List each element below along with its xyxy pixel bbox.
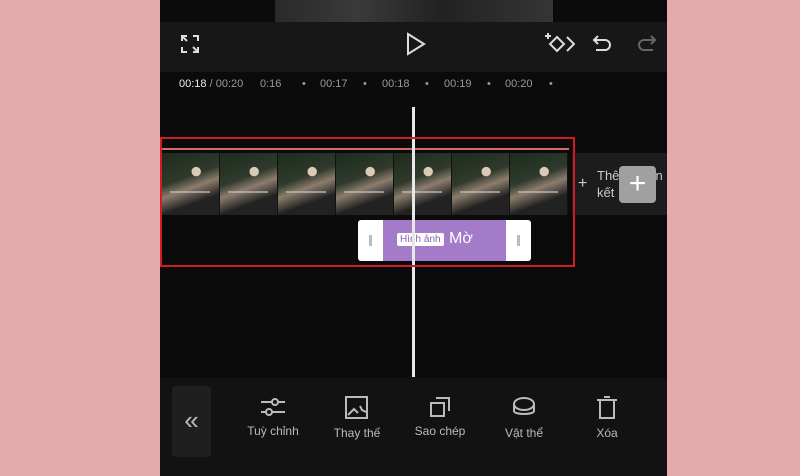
collapse-back-button[interactable]: «: [172, 386, 211, 457]
current-time: 00:18: [179, 78, 207, 90]
highlight-box: [160, 137, 575, 267]
tick-label: 00:18: [382, 78, 410, 90]
fullscreen-icon[interactable]: [180, 34, 200, 54]
play-icon[interactable]: [405, 32, 427, 56]
tool-delete[interactable]: Xóa: [567, 396, 647, 440]
tool-label: Tuỳ chỉnh: [247, 424, 299, 438]
replace-image-icon: [345, 396, 368, 419]
tool-object[interactable]: Vật thể: [484, 396, 564, 440]
plus-icon: +: [578, 175, 588, 192]
timeline-ruler[interactable]: 00:18 / 00:20 0:16 • 00:17 • 00:18 • 00:…: [160, 78, 667, 96]
trash-icon: [597, 396, 617, 419]
object-icon: [513, 397, 535, 415]
redo-icon[interactable]: [637, 33, 657, 53]
tool-customize[interactable]: Tuỳ chỉnh: [233, 396, 313, 438]
tool-label: Thay thế: [333, 426, 381, 440]
tick-label: 0:16: [260, 78, 282, 90]
keyframe-icon[interactable]: [545, 31, 575, 57]
tick-label: 00:20: [505, 78, 533, 90]
tool-replace[interactable]: Thay thế: [317, 396, 397, 440]
tick-label: 00:17: [320, 78, 348, 90]
editor-screen: 00:18 / 00:20 0:16 • 00:17 • 00:18 • 00:…: [160, 0, 667, 476]
tool-copy[interactable]: Sao chép: [400, 396, 480, 438]
total-time: / 00:20: [209, 78, 244, 90]
undo-icon[interactable]: [592, 33, 612, 53]
video-preview: [275, 0, 553, 22]
tool-label: Sao chép: [414, 424, 466, 438]
tool-label: Vật thể: [504, 426, 544, 440]
editor-header: [160, 22, 667, 72]
tool-label: Xóa: [596, 426, 618, 440]
sliders-icon: [261, 398, 285, 416]
tick-label: 00:19: [444, 78, 472, 90]
bottom-toolbar: « Tuỳ chỉnh Thay thế Sao chép Vật thể Xó…: [160, 378, 667, 476]
copy-icon: [430, 397, 450, 417]
add-clip-button[interactable]: +: [619, 166, 656, 203]
